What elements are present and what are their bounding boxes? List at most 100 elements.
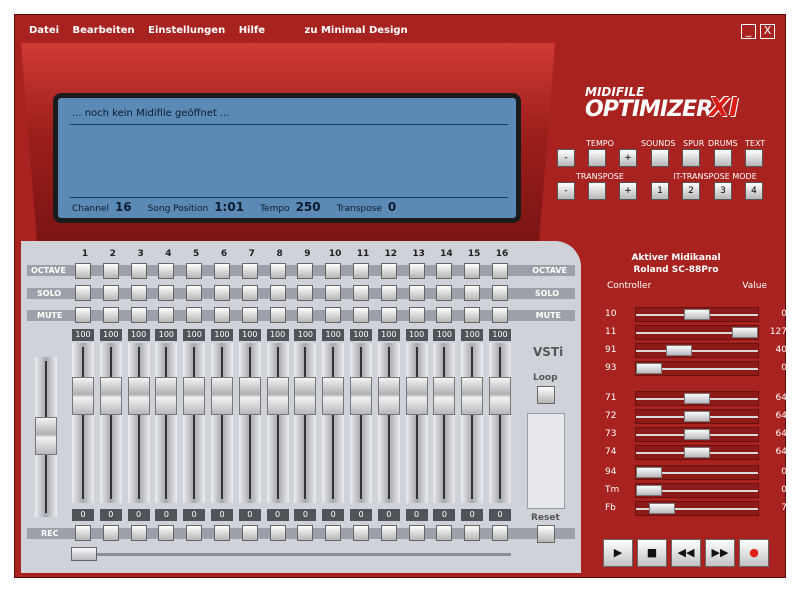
- fader-knob[interactable]: [350, 377, 372, 415]
- controller-thumb[interactable]: [636, 363, 662, 374]
- channel-fader[interactable]: [127, 343, 150, 503]
- mute-button[interactable]: [492, 307, 508, 323]
- fader-knob[interactable]: [238, 377, 261, 415]
- reset-button[interactable]: [537, 525, 555, 543]
- octave-button[interactable]: [408, 263, 425, 279]
- solo-button[interactable]: [102, 285, 119, 301]
- mute-button[interactable]: [353, 307, 369, 323]
- octave-button[interactable]: [353, 263, 369, 279]
- solo-button[interactable]: [408, 285, 425, 301]
- mute-button[interactable]: [75, 307, 91, 323]
- octave-button[interactable]: [436, 263, 453, 279]
- controller-slider[interactable]: [635, 445, 759, 460]
- channel-fader[interactable]: [266, 343, 289, 503]
- fader-knob[interactable]: [433, 377, 456, 415]
- rewind-button[interactable]: ◀◀: [671, 539, 701, 567]
- octave-button[interactable]: [492, 263, 508, 279]
- controller-thumb[interactable]: [649, 503, 675, 514]
- mute-button[interactable]: [436, 307, 453, 323]
- mute-button[interactable]: [214, 307, 230, 323]
- channel-fader[interactable]: [155, 343, 178, 503]
- solo-button[interactable]: [214, 285, 230, 301]
- rec-button[interactable]: [408, 525, 425, 541]
- channel-fader[interactable]: [322, 343, 345, 503]
- solo-button[interactable]: [158, 285, 175, 301]
- controller-thumb[interactable]: [636, 485, 662, 496]
- fader-knob[interactable]: [72, 377, 94, 415]
- channel-fader[interactable]: [211, 343, 233, 503]
- menu-hilfe[interactable]: Hilfe: [239, 25, 265, 36]
- fader-knob[interactable]: [489, 377, 511, 415]
- mute-button[interactable]: [408, 307, 425, 323]
- channel-fader[interactable]: [183, 343, 206, 503]
- record-button[interactable]: ●: [739, 539, 769, 567]
- loop-button[interactable]: [537, 386, 555, 404]
- solo-button[interactable]: [130, 285, 147, 301]
- fader-knob[interactable]: [322, 377, 345, 415]
- controller-slider[interactable]: [635, 465, 759, 480]
- controller-slider[interactable]: [635, 343, 759, 358]
- mute-button[interactable]: [269, 307, 286, 323]
- vsti-box[interactable]: [527, 413, 565, 509]
- it-mode-1-button[interactable]: 1: [651, 182, 669, 200]
- channel-fader[interactable]: [72, 343, 94, 503]
- controller-thumb[interactable]: [732, 327, 758, 338]
- controller-thumb[interactable]: [684, 393, 710, 404]
- solo-button[interactable]: [269, 285, 286, 301]
- mute-button[interactable]: [186, 307, 203, 323]
- close-button[interactable]: X: [760, 24, 775, 39]
- rec-button[interactable]: [102, 525, 119, 541]
- master-fader-knob[interactable]: [35, 417, 57, 455]
- rec-button[interactable]: [353, 525, 369, 541]
- fader-knob[interactable]: [211, 377, 233, 415]
- controller-slider[interactable]: [635, 361, 759, 376]
- mute-button[interactable]: [297, 307, 314, 323]
- spur-button[interactable]: [682, 149, 700, 167]
- mute-button[interactable]: [130, 307, 147, 323]
- tempo-reset-button[interactable]: [588, 149, 606, 167]
- sounds-button[interactable]: [651, 149, 669, 167]
- transpose-reset-button[interactable]: [588, 182, 606, 200]
- solo-button[interactable]: [464, 285, 481, 301]
- rec-button[interactable]: [380, 525, 397, 541]
- menu-einstellungen[interactable]: Einstellungen: [148, 25, 225, 36]
- master-fader[interactable]: [35, 357, 57, 517]
- drums-button[interactable]: [714, 149, 732, 167]
- octave-button[interactable]: [214, 263, 230, 279]
- solo-button[interactable]: [380, 285, 397, 301]
- controller-thumb[interactable]: [684, 309, 710, 320]
- controller-thumb[interactable]: [636, 467, 662, 478]
- rec-button[interactable]: [186, 525, 203, 541]
- octave-button[interactable]: [241, 263, 258, 279]
- transpose-plus-button[interactable]: +: [619, 182, 637, 200]
- rec-button[interactable]: [269, 525, 286, 541]
- rec-button[interactable]: [464, 525, 481, 541]
- fader-knob[interactable]: [99, 377, 122, 415]
- text-button[interactable]: [745, 149, 763, 167]
- mute-button[interactable]: [241, 307, 258, 323]
- transpose-minus-button[interactable]: -: [557, 182, 575, 200]
- menu-minimal-design[interactable]: zu Minimal Design: [305, 25, 408, 36]
- controller-thumb[interactable]: [684, 447, 710, 458]
- it-mode-4-button[interactable]: 4: [745, 182, 763, 200]
- solo-button[interactable]: [75, 285, 91, 301]
- octave-button[interactable]: [130, 263, 147, 279]
- rec-button[interactable]: [241, 525, 258, 541]
- channel-fader[interactable]: [99, 343, 122, 503]
- controller-thumb[interactable]: [684, 429, 710, 440]
- solo-button[interactable]: [241, 285, 258, 301]
- controller-slider[interactable]: [635, 307, 759, 322]
- controller-slider[interactable]: [635, 325, 759, 340]
- it-mode-2-button[interactable]: 2: [682, 182, 700, 200]
- scroll-thumb[interactable]: [71, 547, 97, 561]
- fader-knob[interactable]: [183, 377, 206, 415]
- rec-button[interactable]: [436, 525, 453, 541]
- mute-button[interactable]: [158, 307, 175, 323]
- it-mode-3-button[interactable]: 3: [714, 182, 732, 200]
- controller-slider[interactable]: [635, 391, 759, 406]
- channel-fader[interactable]: [433, 343, 456, 503]
- fader-knob[interactable]: [461, 377, 484, 415]
- fader-knob[interactable]: [155, 377, 178, 415]
- tempo-minus-button[interactable]: -: [557, 149, 575, 167]
- controller-slider[interactable]: [635, 483, 759, 498]
